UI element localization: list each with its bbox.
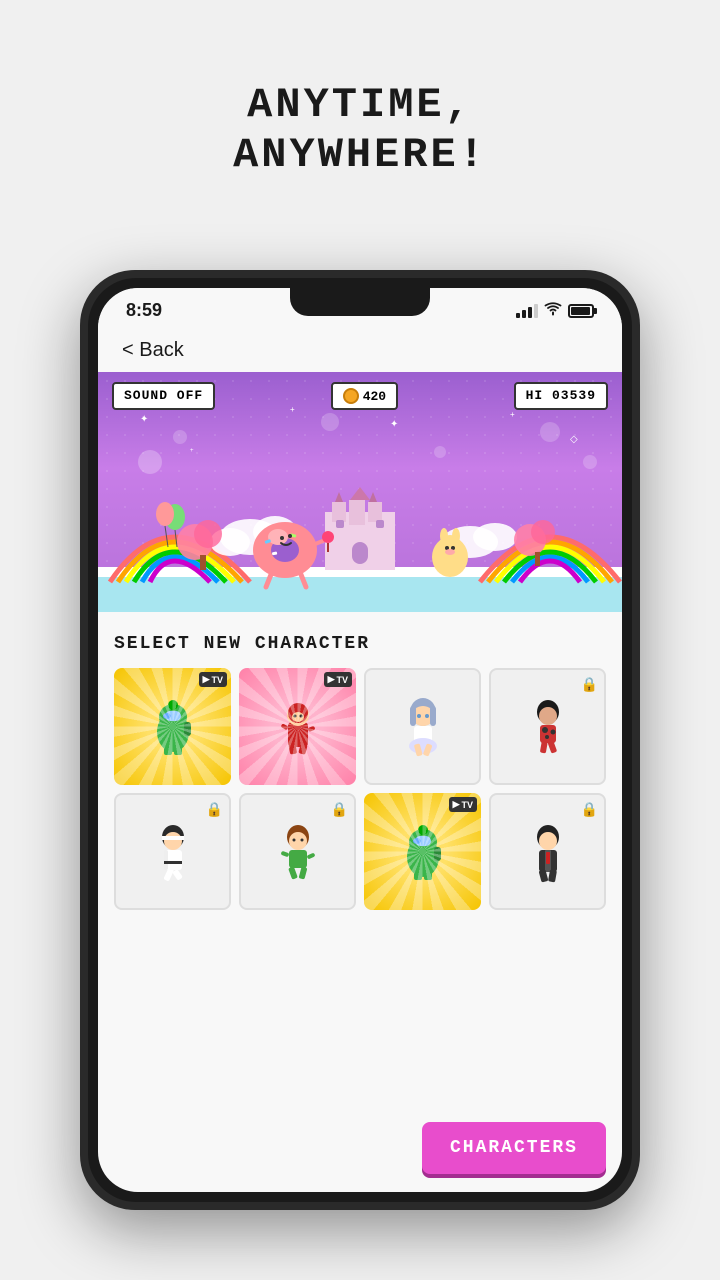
status-time: 8:59 — [126, 300, 162, 321]
char-sprite-4 — [513, 692, 583, 762]
char-sprite-5 — [138, 817, 208, 887]
wifi-icon — [544, 302, 562, 319]
character-cell-3[interactable] — [364, 668, 481, 785]
game-banner: SOUND OFF 420 HI 03539 ✦ + — [98, 372, 622, 612]
coin-count: 420 — [363, 389, 386, 404]
hi-score-display: HI 03539 — [514, 382, 608, 410]
signal-bar-3 — [528, 307, 532, 318]
tv-badge-1: ▶TV — [199, 672, 227, 687]
character-cell-8[interactable]: 🔒 — [489, 793, 606, 910]
headline-line2: ANYWHERE! — [233, 130, 487, 180]
character-cell-6[interactable]: 🔒 — [239, 793, 356, 910]
select-section: SELECT NEW CHARACTER ▶TV — [98, 616, 622, 920]
game-hud: SOUND OFF 420 HI 03539 — [98, 382, 622, 410]
svg-text:✦: ✦ — [390, 419, 398, 430]
signal-bar-1 — [516, 313, 520, 318]
lock-icon-8: 🔒 — [581, 801, 598, 818]
hi-label: HI — [526, 388, 544, 403]
hi-score-value: 03539 — [552, 388, 596, 403]
lock-icon-5: 🔒 — [206, 801, 223, 818]
battery-fill — [571, 307, 590, 315]
phone-notch — [290, 288, 430, 316]
svg-text:+: + — [510, 410, 515, 419]
back-button[interactable]: < Back — [98, 329, 622, 368]
coin-display: 420 — [331, 382, 398, 410]
battery-icon — [568, 304, 594, 318]
char-sprite-3 — [388, 692, 458, 762]
character-cell-4[interactable]: 🔒 — [489, 668, 606, 785]
tv-badge-2: ▶TV — [324, 672, 352, 687]
svg-text:+: + — [190, 448, 194, 454]
select-title: SELECT NEW CHARACTER — [114, 634, 606, 654]
tv-badge-7: ▶TV — [449, 797, 477, 812]
svg-text:✦: ✦ — [140, 414, 148, 425]
signal-bar-4 — [534, 304, 538, 318]
headline: ANYTIME, ANYWHERE! — [233, 80, 487, 181]
phone-screen: 8:59 — [98, 288, 622, 1192]
characters-button[interactable]: CHARACTERS — [422, 1122, 606, 1174]
lock-icon-4: 🔒 — [581, 676, 598, 693]
signal-bar-2 — [522, 310, 526, 318]
character-cell-2[interactable]: ▶TV — [239, 668, 356, 785]
character-grid: ▶TV — [114, 668, 606, 910]
character-cell-7[interactable]: ▶TV — [364, 793, 481, 910]
headline-line1: ANYTIME, — [233, 80, 487, 130]
lock-icon-6: 🔒 — [331, 801, 348, 818]
character-cell-5[interactable]: 🔒 — [114, 793, 231, 910]
signal-bars-icon — [516, 304, 538, 318]
character-cell-1[interactable]: ▶TV — [114, 668, 231, 785]
sound-off-button[interactable]: SOUND OFF — [112, 382, 215, 410]
phone-inner: 8:59 — [88, 278, 632, 1202]
phone-frame: 8:59 — [80, 270, 640, 1210]
svg-text:◇: ◇ — [570, 434, 578, 445]
char-sprite-6 — [263, 817, 333, 887]
coin-icon — [343, 388, 359, 404]
char-sprite-8 — [513, 817, 583, 887]
status-icons — [516, 302, 594, 319]
